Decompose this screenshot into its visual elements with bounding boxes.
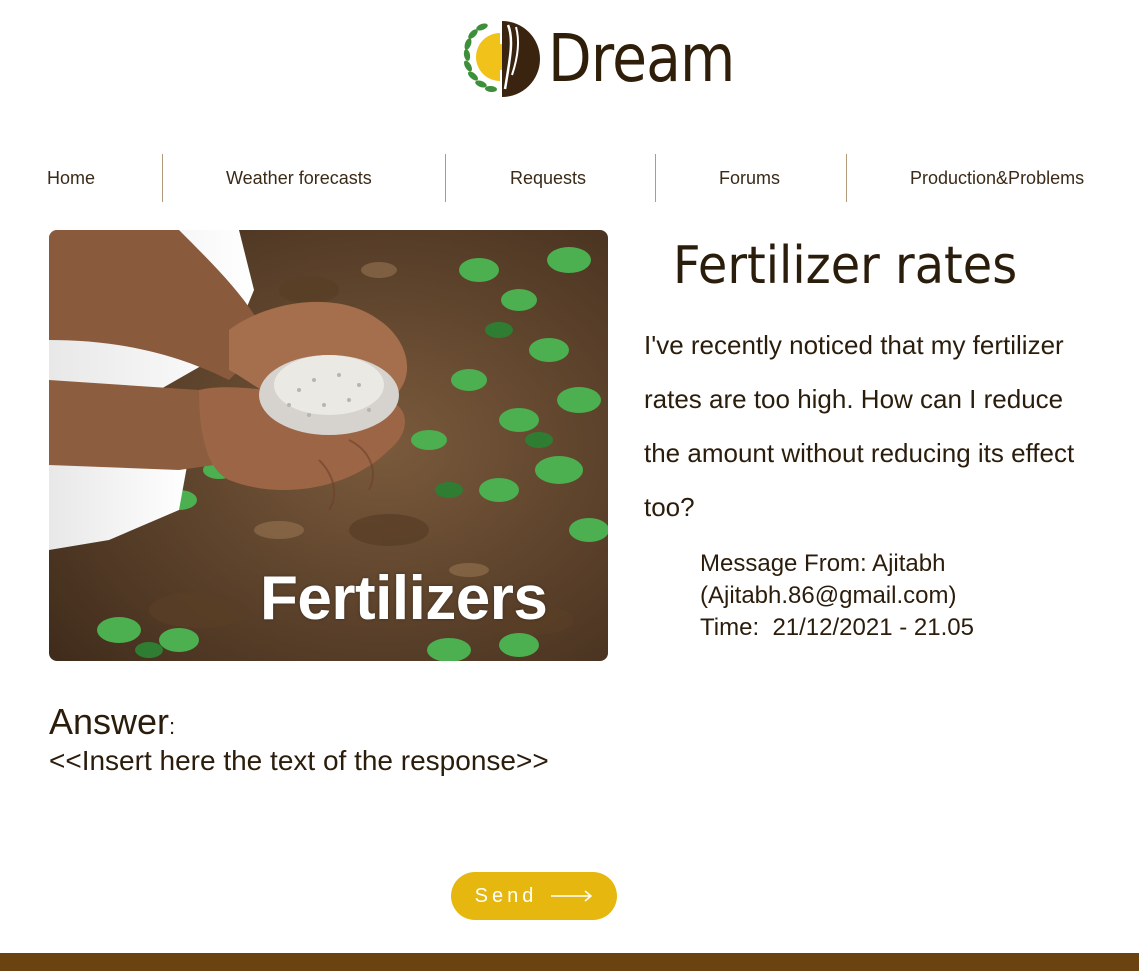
send-button[interactable]: Send [451, 872, 617, 920]
post-title: Fertilizer rates [673, 236, 1018, 296]
answer-text-field[interactable]: <<Insert here the text of the response>> [49, 744, 549, 778]
nav-item-home[interactable]: Home [47, 154, 95, 202]
message-from: Message From: Ajitabh [700, 550, 946, 577]
message-meta: Message From: Ajitabh (Ajitabh.86@gmail.… [700, 548, 974, 644]
logo-text: Dream [548, 20, 735, 97]
nav-divider [846, 154, 847, 202]
main-nav: Home Weather forecasts Requests Forums P… [0, 154, 1139, 202]
answer-label: Answer: [49, 702, 175, 747]
answer-label-text: Answer [49, 701, 170, 742]
message-email: (Ajitabh.86@gmail.com) [700, 582, 957, 609]
long-arrow-right-icon [551, 890, 593, 902]
nav-divider [162, 154, 163, 202]
nav-item-production-problems[interactable]: Production&Problems [910, 154, 1084, 202]
nav-divider [445, 154, 446, 202]
hero-image: Fertilizers [49, 230, 608, 661]
nav-divider [655, 154, 656, 202]
footer-bar [0, 953, 1139, 971]
nav-item-requests[interactable]: Requests [510, 154, 586, 202]
send-button-label: Send [474, 884, 538, 907]
hero-caption: Fertilizers [260, 564, 548, 633]
nav-item-weather-forecasts[interactable]: Weather forecasts [226, 154, 372, 202]
nav-item-forums[interactable]: Forums [719, 154, 780, 202]
post-question: I've recently noticed that my fertilizer… [644, 330, 1075, 522]
answer-label-colon: : [169, 714, 176, 739]
site-logo[interactable]: Dream [458, 18, 765, 100]
message-time: Time: 21/12/2021 - 21.05 [700, 614, 974, 641]
wheat-sun-icon [463, 21, 540, 97]
